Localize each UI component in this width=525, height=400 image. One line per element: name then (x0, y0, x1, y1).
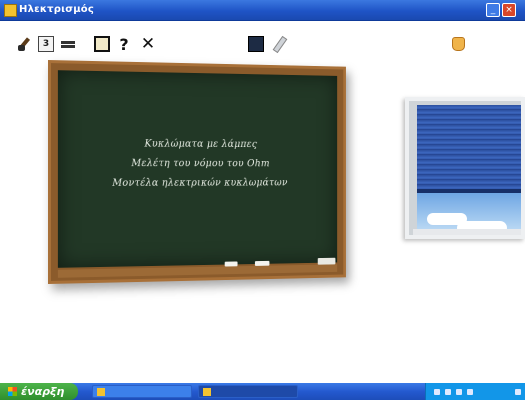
taskbar-item[interactable] (92, 385, 192, 398)
window-titlebar: Ηλεκτρισμός _ × (0, 0, 525, 21)
blackboard-icon[interactable] (248, 36, 264, 52)
document-icon[interactable]: 3 (38, 36, 54, 52)
toolbar: 3 ? ✕ (0, 26, 525, 58)
clock (515, 388, 521, 395)
exit-icon-glyph: ✕ (140, 34, 156, 54)
close-button[interactable]: × (502, 3, 516, 17)
app-icon (203, 387, 211, 396)
windows-logo-icon (8, 387, 17, 396)
system-tray (425, 383, 525, 400)
chalk-icon[interactable] (272, 35, 288, 53)
document-icon-glyph: 3 (42, 39, 50, 49)
blackboard-menu: Κυκλώματα με λάμπες Μελέτη του νόμου του… (58, 138, 337, 198)
hand-icon[interactable] (450, 36, 466, 52)
exit-icon[interactable]: ✕ (140, 34, 156, 54)
menu-item-ohm-law[interactable]: Μελέτη του νόμου του Ohm (58, 158, 337, 169)
sky-view (417, 193, 521, 235)
window-blind (417, 105, 521, 189)
menu-item-circuit-models[interactable]: Μοντέλα ηλεκτρικών κυκλωμάτων (58, 178, 337, 189)
eraser (317, 257, 336, 265)
taskbar-item-active[interactable] (198, 385, 298, 398)
chalk-piece (254, 260, 270, 266)
window-sill (413, 229, 521, 235)
brush-icon[interactable] (16, 36, 32, 52)
help-icon[interactable]: ? (116, 34, 132, 54)
minimize-button[interactable]: _ (486, 3, 500, 17)
tray-icon[interactable] (467, 388, 473, 395)
app-icon (4, 4, 17, 17)
tray-icon[interactable] (434, 388, 440, 395)
help-icon-glyph: ? (119, 34, 129, 54)
book-icon[interactable] (94, 36, 110, 52)
chalk-piece (224, 261, 238, 267)
start-button[interactable]: έναρξη (0, 383, 78, 400)
blackboard: Κυκλώματα με λάμπες Μελέτη του νόμου του… (48, 60, 346, 284)
menu-item-lamp-circuits[interactable]: Κυκλώματα με λάμπες (58, 138, 337, 150)
tray-icon[interactable] (456, 388, 462, 395)
text-icon[interactable] (58, 36, 78, 52)
window-picture[interactable] (405, 97, 525, 239)
window-title: Ηλεκτρισμός (19, 4, 94, 15)
taskbar: έναρξη (0, 383, 525, 400)
tray-icon[interactable] (445, 388, 451, 395)
start-label: έναρξη (21, 385, 65, 398)
app-icon (97, 387, 105, 396)
blackboard-surface: Κυκλώματα με λάμπες Μελέτη του νόμου του… (57, 70, 338, 268)
